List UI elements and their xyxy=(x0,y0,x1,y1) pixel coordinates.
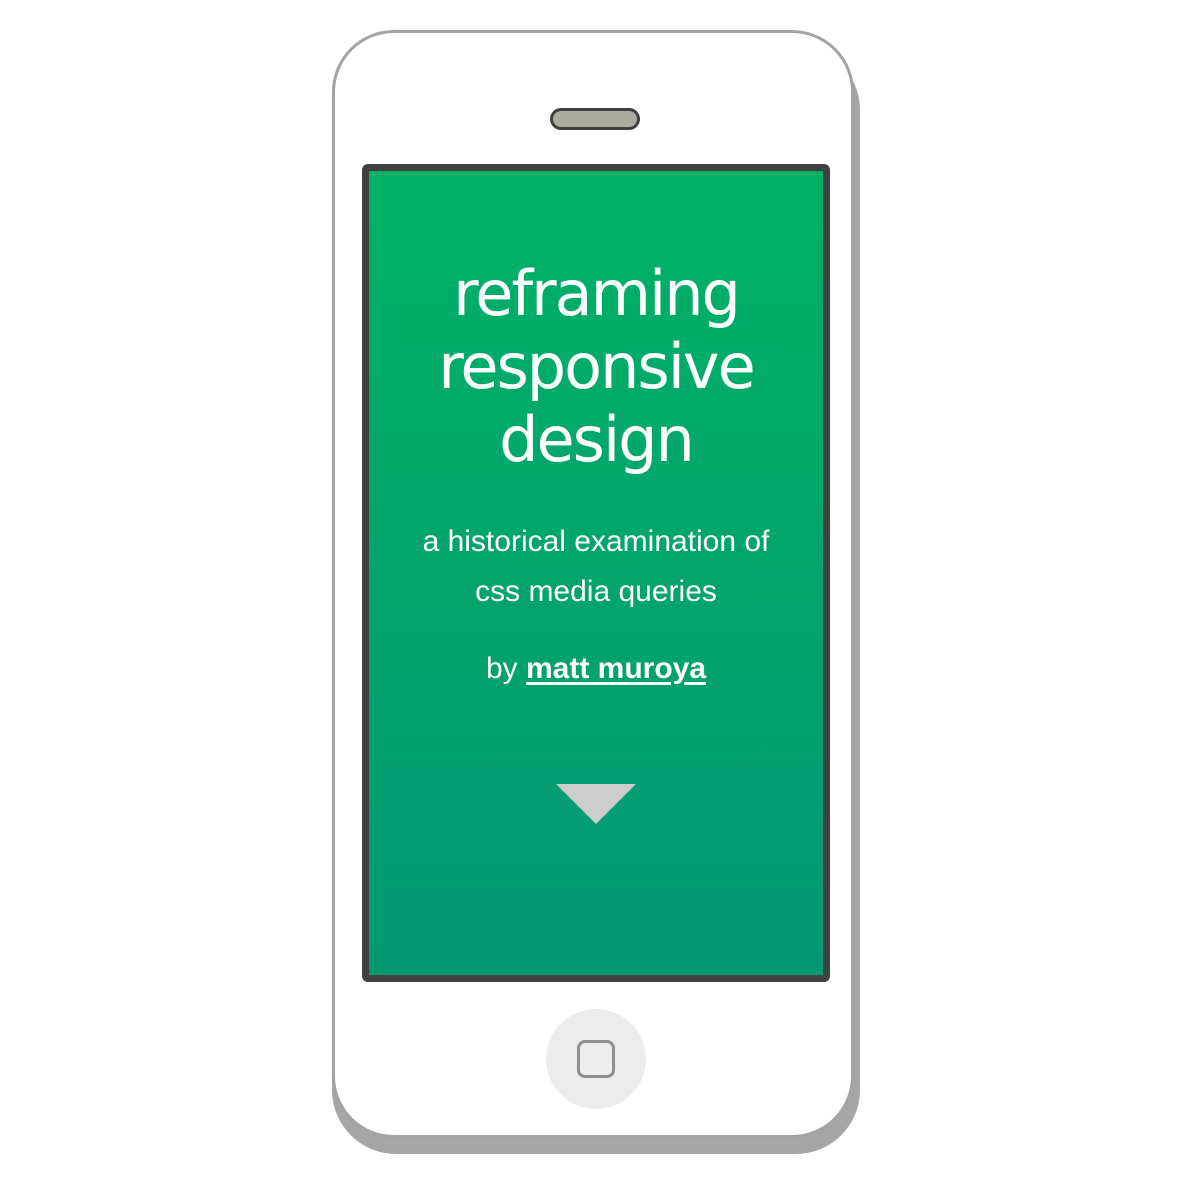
byline-prefix: by xyxy=(485,652,526,685)
stage: reframing responsive design a historical… xyxy=(0,0,1186,1186)
presentation-subtitle: a historical examination of css media qu… xyxy=(422,525,770,608)
phone-screen: reframing responsive design a historical… xyxy=(362,164,830,982)
byline: by matt muroya xyxy=(369,649,823,689)
slide-content: reframing responsive design a historical… xyxy=(369,171,823,975)
speaker-grille xyxy=(550,108,640,130)
rounded-square-icon xyxy=(577,1040,615,1078)
triangle-down-icon[interactable] xyxy=(556,784,636,824)
author-link[interactable]: matt muroya xyxy=(526,652,706,685)
home-button[interactable] xyxy=(546,1009,646,1109)
presentation-title: reframing responsive design xyxy=(438,257,756,476)
